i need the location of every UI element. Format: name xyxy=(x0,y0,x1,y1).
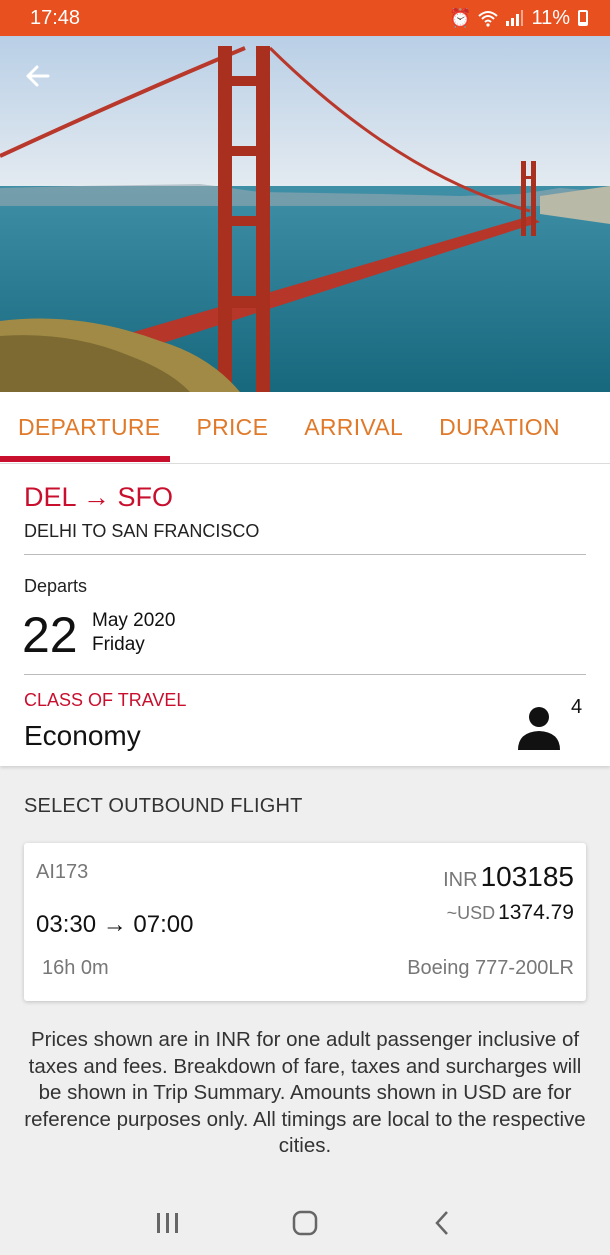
departure-day: 22 xyxy=(22,607,78,663)
home-button[interactable] xyxy=(285,1203,325,1243)
aircraft-type: Boeing 777-200LR xyxy=(407,957,574,979)
price-disclaimer: Prices shown are in INR for one adult pa… xyxy=(24,1028,586,1157)
class-of-travel-value: Economy xyxy=(24,720,141,751)
active-tab-indicator xyxy=(0,456,170,462)
select-outbound-title: SELECT OUTBOUND FLIGHT xyxy=(24,795,303,817)
flight-card[interactable]: AI173 INR 103185 ~USD 1374.79 03:30 → 07… xyxy=(24,843,586,1001)
route-full-name: DELHI TO SAN FRANCISCO xyxy=(24,521,260,541)
flight-duration: 16h 0m xyxy=(42,957,109,979)
route-code: DEL → SFO xyxy=(24,482,174,512)
currency-inr: INR xyxy=(443,869,478,891)
divider xyxy=(24,554,586,555)
battery-percent: 11% xyxy=(531,6,570,29)
passenger-count: 4 xyxy=(571,696,583,718)
battery-icon xyxy=(578,10,588,26)
partial-link-text xyxy=(248,1178,328,1184)
home-icon xyxy=(292,1210,318,1235)
person-icon[interactable] xyxy=(516,704,562,750)
departs-label: Departs xyxy=(24,576,88,596)
system-nav-bar xyxy=(0,1190,610,1255)
price-usd: ~USD 1374.79 xyxy=(447,901,574,925)
departure-weekday: Friday xyxy=(92,634,145,655)
flight-number: AI173 xyxy=(36,861,89,883)
status-time: 17:48 xyxy=(30,6,81,29)
recent-apps-button[interactable] xyxy=(148,1203,188,1243)
chevron-left-icon xyxy=(434,1210,448,1235)
alarm-icon: ⏰ xyxy=(449,7,472,28)
amount-inr: 103185 xyxy=(480,861,574,892)
back-button[interactable] xyxy=(24,62,60,98)
back-nav-button[interactable] xyxy=(422,1203,462,1243)
divider xyxy=(24,674,586,675)
status-icons: ⏰ 11% xyxy=(449,7,588,30)
golden-gate-bridge-image xyxy=(0,36,610,392)
tab-departure[interactable]: DEPARTURE xyxy=(0,392,178,464)
price-inr: INR 103185 xyxy=(443,861,574,893)
signal-icon xyxy=(506,10,524,26)
flight-times: 03:30 → 07:00 xyxy=(36,911,194,938)
currency-usd: ~USD xyxy=(446,903,496,923)
tab-duration[interactable]: DURATION xyxy=(421,392,578,464)
wifi-icon xyxy=(478,11,499,27)
amount-usd: 1374.79 xyxy=(498,901,574,924)
sort-tabs: DEPARTURE PRICE ARRIVAL DURATION xyxy=(0,392,610,464)
arrow-left-icon xyxy=(26,65,50,87)
tab-price[interactable]: PRICE xyxy=(178,392,286,464)
class-of-travel-label: CLASS OF TRAVEL xyxy=(24,690,187,710)
tab-arrival[interactable]: ARRIVAL xyxy=(286,392,421,464)
recent-apps-icon xyxy=(157,1212,179,1233)
status-bar: 17:48 ⏰ 11% xyxy=(0,0,610,36)
departure-month-year: May 2020 xyxy=(92,610,176,631)
trip-summary-panel: DEL → SFO DELHI TO SAN FRANCISCO Departs… xyxy=(0,464,610,766)
hero-image xyxy=(0,36,610,392)
